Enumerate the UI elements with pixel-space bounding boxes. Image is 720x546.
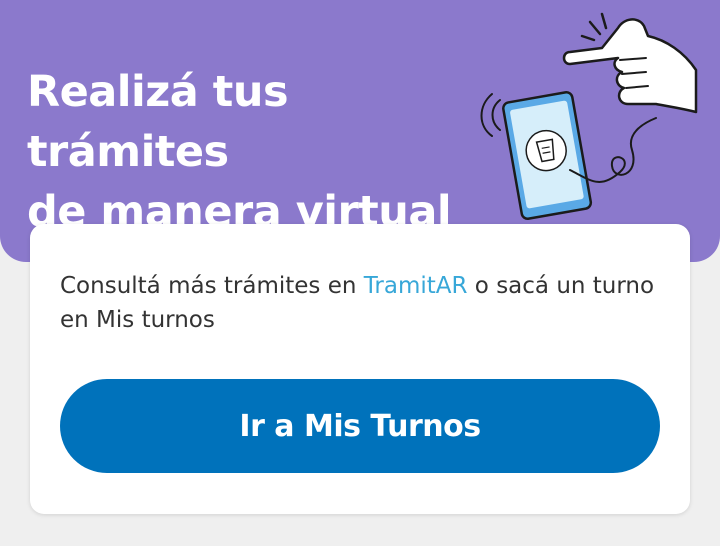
hero-headline: Realizá tus trámites de manera virtual xyxy=(27,62,497,242)
headline-line-1: Realizá tus trámites xyxy=(27,67,289,177)
info-text-prefix: Consultá más trámites en xyxy=(60,273,364,299)
info-card: Consultá más trámites en TramitAR o sacá… xyxy=(30,224,690,514)
hero-banner: Realizá tus trámites de manera virtual xyxy=(0,0,720,262)
tramitar-link[interactable]: TramitAR xyxy=(364,273,468,299)
hand-pointing-at-phone-illustration xyxy=(480,12,698,221)
info-text: Consultá más trámites en TramitAR o sacá… xyxy=(60,269,660,337)
mis-turnos-button[interactable]: Ir a Mis Turnos xyxy=(60,379,660,473)
